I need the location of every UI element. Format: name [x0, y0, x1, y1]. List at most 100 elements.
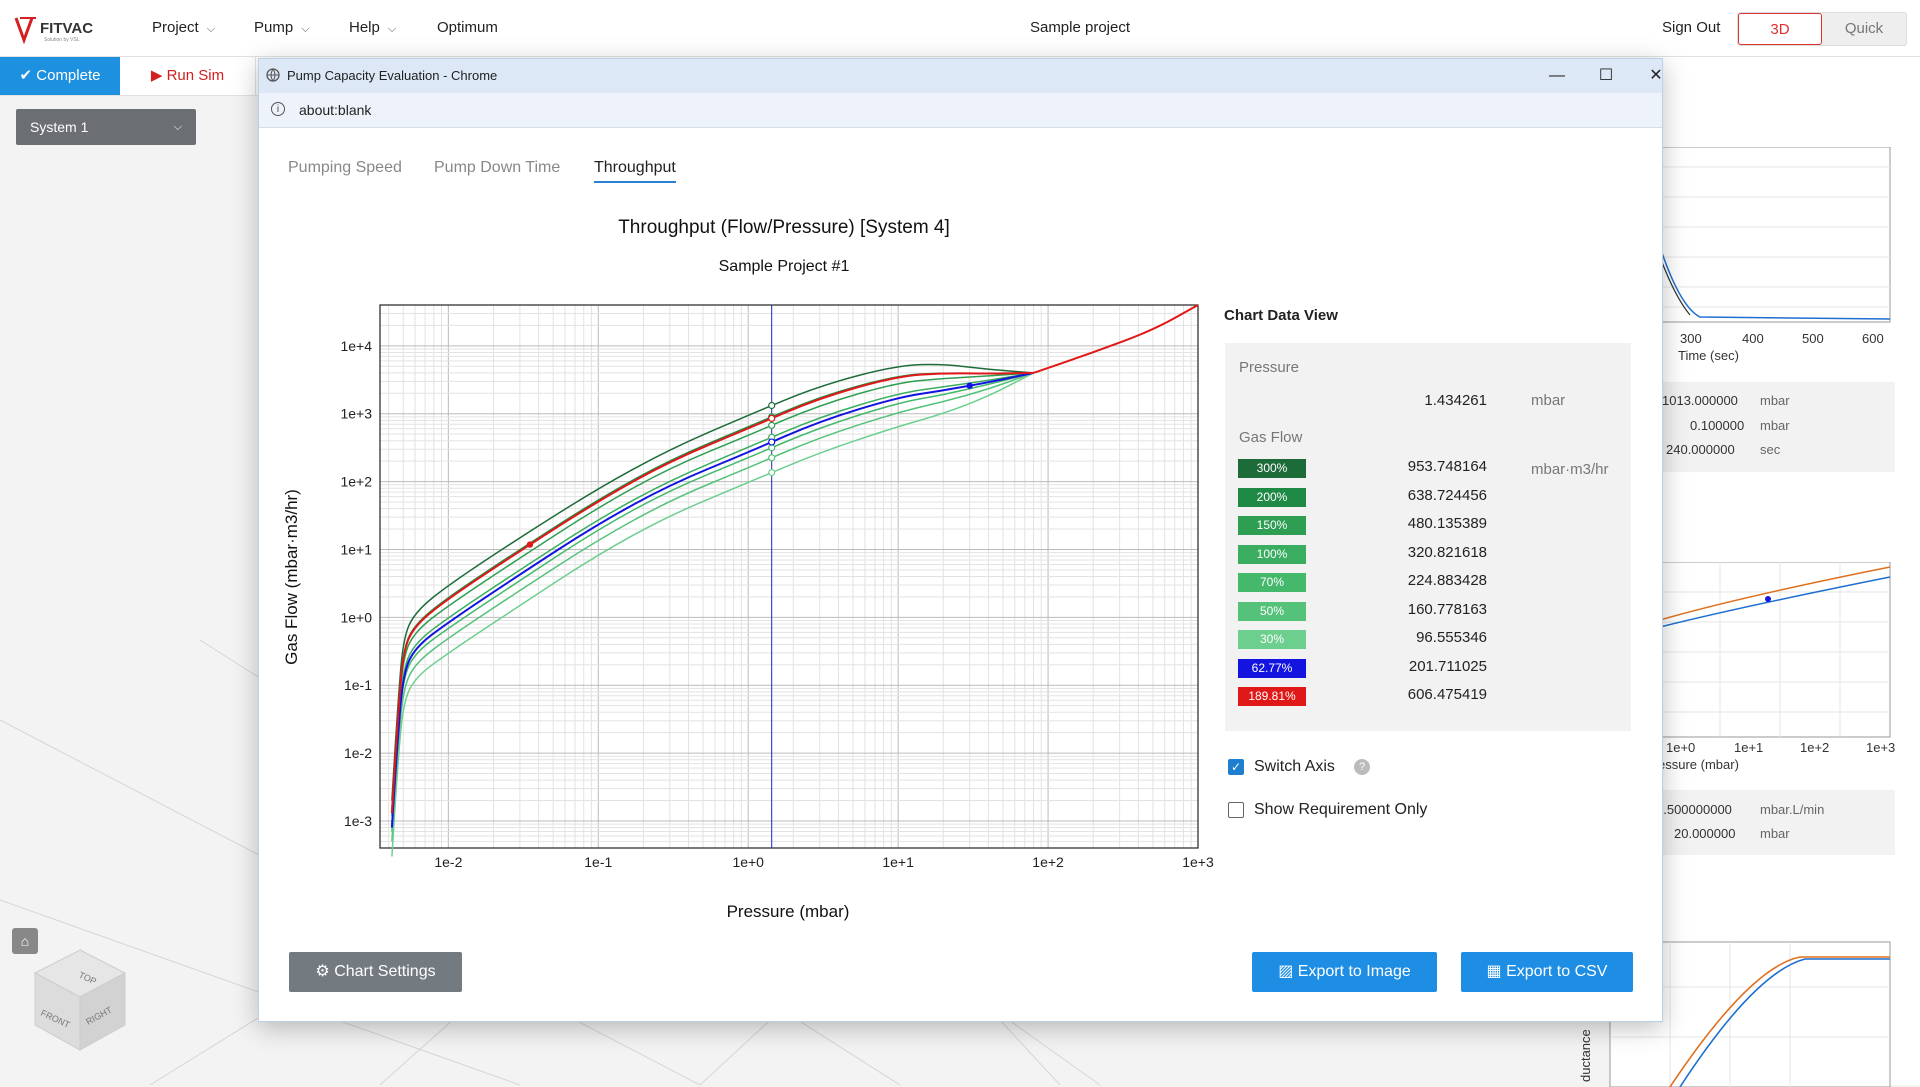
- chevron-down-icon: ⌵: [301, 23, 310, 35]
- y-tick-label: 1e+4: [340, 338, 372, 354]
- param-value: 2.500000000: [1656, 802, 1732, 817]
- pressure-tick: 1e+2: [1800, 740, 1830, 755]
- minimize-icon[interactable]: —: [1537, 63, 1577, 89]
- view-3d-option[interactable]: 3D: [1738, 13, 1822, 45]
- x-tick-labels: 1e-2 1e-1 1e+0 1e+1 1e+2 1e+3: [434, 854, 1214, 870]
- pressure-unit: mbar: [1531, 392, 1566, 409]
- y-tick-labels: 1e-3 1e-2 1e-1 1e+0 1e+1 1e+2 1e+3 1e+4: [340, 338, 372, 829]
- param-unit: mbar: [1760, 393, 1790, 408]
- sign-out-link[interactable]: Sign Out: [1662, 19, 1720, 36]
- check-circle-icon: ✔: [19, 67, 37, 84]
- param-unit: mbar: [1760, 826, 1790, 841]
- x-tick-label: 1e-1: [584, 854, 612, 870]
- run-sim-button[interactable]: ▶ Run Sim: [120, 57, 256, 95]
- gas-flow-value: 160.778163: [1407, 600, 1487, 618]
- menu-pump[interactable]: Pump ⌵: [254, 19, 310, 36]
- complete-button[interactable]: ✔ Complete: [0, 57, 120, 95]
- complete-label: Complete: [36, 67, 101, 84]
- cursor-point: [768, 421, 776, 429]
- pressure-tick: 1e+3: [1866, 740, 1896, 755]
- play-icon: ▶: [150, 67, 167, 84]
- time-tick: 500: [1802, 331, 1824, 346]
- menu-optimum[interactable]: Optimum: [437, 19, 498, 36]
- export-image-label: Export to Image: [1297, 963, 1411, 980]
- param-value: 1013.000000: [1662, 393, 1738, 408]
- show-requirement-checkbox[interactable]: [1228, 802, 1244, 818]
- time-tick: 300: [1680, 331, 1702, 346]
- chart-grid: [380, 304, 1199, 849]
- chart-settings-label: Chart Settings: [334, 963, 436, 980]
- param-unit: sec: [1760, 442, 1781, 457]
- close-icon[interactable]: ✕: [1636, 63, 1676, 89]
- cursor-point: [768, 469, 776, 477]
- app-header: FITVAC Solution by VSL Project ⌵ Pump ⌵ He…: [0, 0, 1920, 57]
- conductance-axis-label: ductance: [1578, 1029, 1593, 1082]
- switch-axis-checkbox[interactable]: ✓: [1228, 759, 1244, 775]
- param-value: 0.100000: [1690, 418, 1745, 433]
- param-value: 20.000000: [1674, 826, 1736, 841]
- menu-help[interactable]: Help ⌵: [349, 19, 396, 36]
- gas-flow-value: 606.475419: [1407, 686, 1487, 703]
- time-tick: 400: [1742, 331, 1764, 346]
- pressure-label: Pressure: [1239, 359, 1300, 376]
- menu-help-label: Help: [349, 19, 380, 36]
- y-tick-label: 1e+1: [340, 541, 372, 557]
- x-axis-label: Pressure (mbar): [727, 902, 850, 921]
- y-tick-label: 1e-3: [344, 813, 372, 829]
- param-unit: mbar: [1760, 418, 1790, 433]
- system-select[interactable]: System 1 ⌵: [16, 109, 196, 145]
- view-quick-option[interactable]: Quick: [1822, 13, 1906, 45]
- param-unit: mbar.L/min: [1760, 802, 1825, 817]
- run-sim-label: Run Sim: [166, 67, 225, 84]
- x-tick-label: 1e+3: [1182, 854, 1214, 870]
- x-tick-label: 1e-2: [434, 854, 462, 870]
- help-icon[interactable]: ?: [1354, 759, 1370, 775]
- gear-icon: ⚙: [315, 963, 335, 980]
- logo-subtext: Solution by VSL: [44, 37, 80, 43]
- y-tick-label: 1e+0: [340, 609, 372, 625]
- y-axis-label: Gas Flow (mbar·m3/hr): [282, 489, 301, 665]
- time-axis-label: Time (sec): [1678, 348, 1739, 363]
- x-tick-label: 1e+0: [732, 854, 764, 870]
- maximize-icon[interactable]: ☐: [1586, 63, 1626, 89]
- chevron-down-icon: ⌵: [387, 23, 397, 35]
- gas-flow-value: 953.748164: [1407, 458, 1487, 475]
- pump-down-mini-chart: [1660, 147, 1891, 323]
- chart-data-view-title: Chart Data View: [1224, 307, 1338, 324]
- pressure-tick: 1e+1: [1734, 740, 1764, 755]
- table-icon: ▦: [1486, 963, 1507, 980]
- y-tick-label: 1e+2: [340, 474, 372, 490]
- fitvac-logo[interactable]: FITVAC Solution by VSL: [14, 14, 124, 44]
- switch-axis-label[interactable]: Switch Axis: [1254, 758, 1335, 776]
- pressure-tick: 1e+0: [1666, 740, 1696, 755]
- gas-flow-label: Gas Flow: [1239, 429, 1303, 446]
- chevron-down-icon: ⌵: [206, 23, 216, 35]
- chart-settings-button[interactable]: ⚙ Chart Settings: [289, 952, 462, 992]
- results-panel: 300 400 500 600 Time (sec) 1013.000000 m…: [1578, 57, 1920, 1087]
- gas-flow-value: 480.135389: [1407, 515, 1487, 532]
- system-select-value: System 1: [30, 119, 89, 135]
- gas-flow-value: 638.724456: [1407, 486, 1487, 504]
- y-tick-label: 1e+3: [340, 406, 372, 422]
- cursor-point: [768, 414, 776, 423]
- menu-pump-label: Pump: [254, 19, 294, 36]
- throughput-chart[interactable]: 1e-2 1e-1 1e+0 1e+1 1e+2 1e+3 1e-3 1e-2 1e-1 1e+…: [259, 59, 1259, 959]
- pump-capacity-window: Pump Capacity Evaluation - Chrome — ☐ ✕ …: [258, 58, 1663, 1022]
- export-csv-button[interactable]: ▦ Export to CSV: [1461, 952, 1633, 992]
- operating-point-marker: [526, 541, 534, 548]
- chevron-down-icon: ⌵: [173, 121, 182, 133]
- x-tick-label: 1e+1: [882, 854, 914, 870]
- export-image-button[interactable]: ▨ Export to Image: [1252, 952, 1437, 992]
- chart-data-view: Pressure 1.434261 mbar Gas Flow mbar·m3/…: [1225, 343, 1631, 731]
- params-box-2: [1650, 790, 1895, 855]
- pressure-value: 1.434261: [1424, 392, 1487, 409]
- show-requirement-label[interactable]: Show Requirement Only: [1254, 801, 1427, 819]
- image-icon: ▨: [1278, 963, 1298, 980]
- pressure-axis-label: essure (mbar): [1658, 757, 1739, 772]
- x-tick-label: 1e+2: [1032, 854, 1064, 870]
- gas-flow-value: 201.711025: [1408, 657, 1487, 675]
- view-mode-toggle[interactable]: 3D Quick: [1737, 12, 1907, 46]
- menu-project[interactable]: Project ⌵: [152, 19, 215, 36]
- view-cube[interactable]: TOP FRONT RIGHT: [30, 945, 130, 1055]
- logo-text: FITVAC: [40, 20, 93, 37]
